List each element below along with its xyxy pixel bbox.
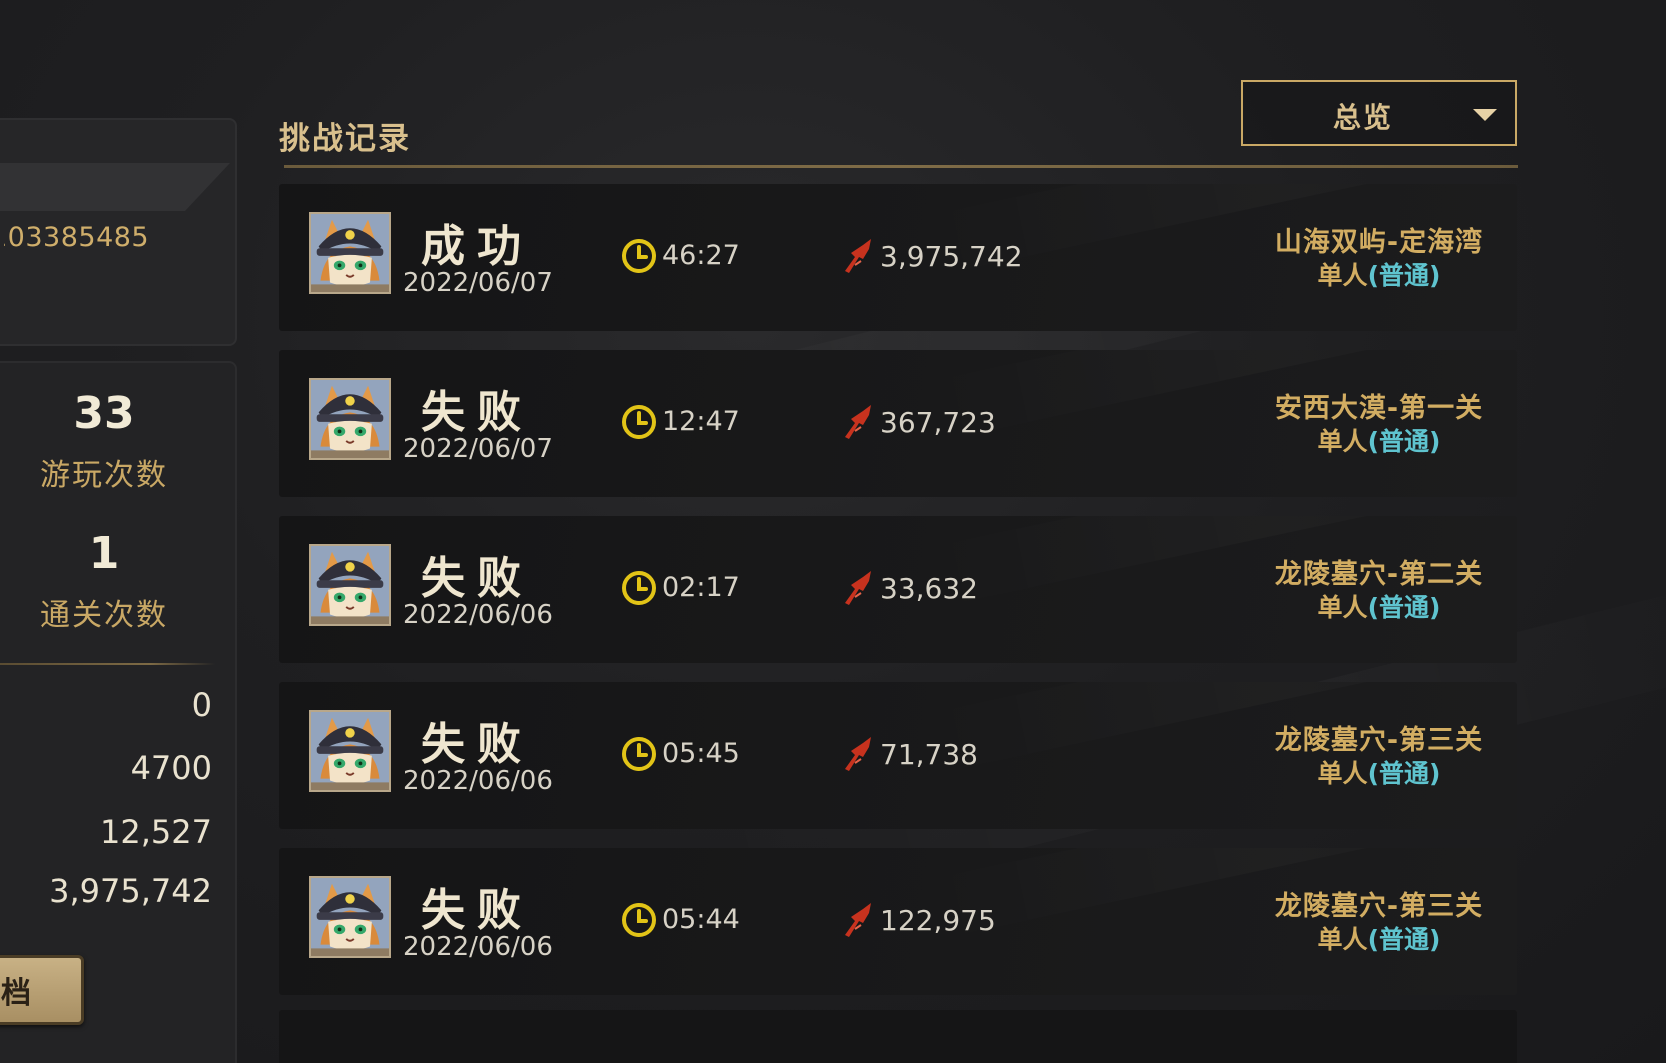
stage-name: 安西大漠-第一关 xyxy=(1274,393,1484,424)
play-mode: 单人(普通) xyxy=(1159,422,1517,458)
damage-icon xyxy=(845,903,871,937)
cat-avatar-icon xyxy=(311,878,389,956)
mode-difficulty: 普通 xyxy=(1379,261,1430,290)
mode-close: ) xyxy=(1429,261,1441,290)
record-date: 2022/06/07 xyxy=(403,434,553,464)
stat-value: 12,527 xyxy=(100,813,212,851)
result-text: 失败 xyxy=(421,553,533,604)
result-text: 失败 xyxy=(421,387,533,438)
stage-name: 龙陵墓穴-第三关 xyxy=(1274,725,1484,756)
section-title: 挑战记录 xyxy=(279,121,411,157)
clock-icon xyxy=(622,737,656,771)
mode-open: ( xyxy=(1367,261,1379,290)
stat-value: 0 xyxy=(191,686,212,724)
mode-open: ( xyxy=(1367,427,1379,456)
mode-prefix: 单人 xyxy=(1317,759,1368,788)
avatar xyxy=(309,876,391,958)
play-count-value: 33 xyxy=(73,388,135,439)
record-row[interactable]: 失败 2022/06/06 02:17 33,632 龙陵墓穴-第二关 单人(普… xyxy=(279,516,1517,663)
stat-value: 4700 xyxy=(130,749,212,787)
cat-avatar-icon xyxy=(311,214,389,292)
avatar xyxy=(309,378,391,460)
mode-difficulty: 普通 xyxy=(1379,593,1430,622)
stat-value: 3,975,742 xyxy=(49,872,212,910)
play-mode: 单人(普通) xyxy=(1159,920,1517,956)
record-time: 46:27 xyxy=(662,240,740,271)
cat-avatar-icon xyxy=(311,712,389,790)
clock-icon xyxy=(622,903,656,937)
cat-avatar-icon xyxy=(311,546,389,624)
record-row[interactable]: 失败 2022/06/07 12:47 367,723 安西大漠-第一关 单人(… xyxy=(279,350,1517,497)
clear-count-label: 通关次数 xyxy=(40,598,168,633)
mode-open: ( xyxy=(1367,593,1379,622)
avatar xyxy=(309,544,391,626)
record-row[interactable] xyxy=(279,1010,1517,1063)
record-score: 71,738 xyxy=(880,738,978,771)
mode-close: ) xyxy=(1429,925,1441,954)
result-text: 失败 xyxy=(421,885,533,936)
avatar xyxy=(309,710,391,792)
stats-divider xyxy=(0,663,215,665)
record-score: 3,975,742 xyxy=(880,240,1023,273)
header-divider xyxy=(284,165,1518,168)
filter-dropdown[interactable]: 总览 xyxy=(1241,80,1517,146)
record-row[interactable]: 成功 2022/06/07 46:27 3,975,742 山海双屿-定海湾 单… xyxy=(279,184,1517,331)
record-time: 12:47 xyxy=(662,406,740,437)
record-date: 2022/06/06 xyxy=(403,932,553,962)
play-count-label: 游玩次数 xyxy=(40,458,168,493)
stage-name: 龙陵墓穴-第三关 xyxy=(1274,891,1484,922)
damage-icon xyxy=(845,571,871,605)
mode-difficulty: 普通 xyxy=(1379,427,1430,456)
record-time: 02:17 xyxy=(662,572,740,603)
archive-button[interactable]: 档 xyxy=(0,955,84,1025)
archive-button-label: 档 xyxy=(1,976,31,1011)
record-date: 2022/06/06 xyxy=(403,766,553,796)
clock-icon xyxy=(622,571,656,605)
damage-icon xyxy=(845,737,871,771)
game-records-screen: 103385485 33 游玩次数 1 通关次数 0 4700 12,527 3… xyxy=(0,0,1666,1063)
mode-prefix: 单人 xyxy=(1317,427,1368,456)
record-row[interactable]: 失败 2022/06/06 05:44 122,975 龙陵墓穴-第三关 单人(… xyxy=(279,848,1517,995)
record-time: 05:45 xyxy=(662,738,740,769)
chevron-down-icon xyxy=(1473,109,1497,121)
play-mode: 单人(普通) xyxy=(1159,256,1517,292)
result-text: 失败 xyxy=(421,719,533,770)
mode-prefix: 单人 xyxy=(1317,925,1368,954)
filter-selected: 总览 xyxy=(1332,101,1393,134)
damage-icon xyxy=(845,239,871,273)
clock-icon xyxy=(622,239,656,273)
result-text: 成功 xyxy=(421,221,533,272)
stage-name: 龙陵墓穴-第二关 xyxy=(1274,559,1484,590)
mode-close: ) xyxy=(1429,427,1441,456)
record-time: 05:44 xyxy=(662,904,740,935)
record-score: 122,975 xyxy=(880,904,996,937)
mode-close: ) xyxy=(1429,759,1441,788)
mode-difficulty: 普通 xyxy=(1379,925,1430,954)
player-id: 103385485 xyxy=(0,222,150,253)
play-mode: 单人(普通) xyxy=(1159,754,1517,790)
record-score: 33,632 xyxy=(880,572,978,605)
play-mode: 单人(普通) xyxy=(1159,588,1517,624)
record-date: 2022/06/07 xyxy=(403,268,553,298)
clear-count-value: 1 xyxy=(88,528,120,579)
mode-open: ( xyxy=(1367,759,1379,788)
clock-icon xyxy=(622,405,656,439)
mode-prefix: 单人 xyxy=(1317,261,1368,290)
cat-avatar-icon xyxy=(311,380,389,458)
record-row[interactable]: 失败 2022/06/06 05:45 71,738 龙陵墓穴-第三关 单人(普… xyxy=(279,682,1517,829)
stage-name: 山海双屿-定海湾 xyxy=(1274,227,1484,258)
mode-close: ) xyxy=(1429,593,1441,622)
damage-icon xyxy=(845,405,871,439)
record-score: 367,723 xyxy=(880,406,996,439)
mode-open: ( xyxy=(1367,925,1379,954)
avatar xyxy=(309,212,391,294)
mode-difficulty: 普通 xyxy=(1379,759,1430,788)
mode-prefix: 单人 xyxy=(1317,593,1368,622)
record-date: 2022/06/06 xyxy=(403,600,553,630)
